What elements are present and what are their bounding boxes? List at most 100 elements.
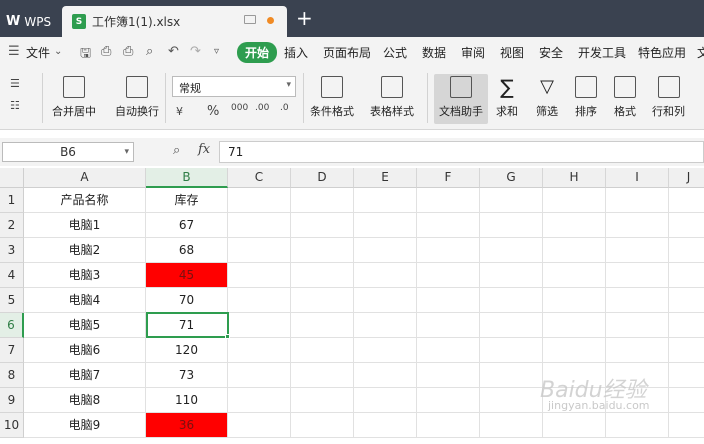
row-header-5[interactable]: 5 bbox=[0, 288, 24, 313]
cell-j10[interactable] bbox=[669, 413, 704, 438]
cell-d5[interactable] bbox=[291, 288, 354, 313]
cell-c8[interactable] bbox=[228, 363, 291, 388]
tab-data[interactable]: 数据 bbox=[422, 44, 446, 61]
cell-g6[interactable] bbox=[480, 313, 543, 338]
cell-g7[interactable] bbox=[480, 338, 543, 363]
row-header-2[interactable]: 2 bbox=[0, 213, 24, 238]
tab-page-layout[interactable]: 页面布局 bbox=[323, 44, 371, 61]
row-header-1[interactable]: 1 bbox=[0, 188, 24, 213]
cell-e8[interactable] bbox=[354, 363, 417, 388]
cell-j2[interactable] bbox=[669, 213, 704, 238]
cell-b4[interactable]: 45 bbox=[146, 263, 228, 288]
cell-i4[interactable] bbox=[606, 263, 669, 288]
merge-center-button[interactable]: 合并居中 bbox=[52, 76, 96, 119]
wps-home-tab[interactable]: W WPS bbox=[0, 6, 60, 37]
cell-g10[interactable] bbox=[480, 413, 543, 438]
cell-c10[interactable] bbox=[228, 413, 291, 438]
cell-g2[interactable] bbox=[480, 213, 543, 238]
cell-e6[interactable] bbox=[354, 313, 417, 338]
cell-a6[interactable]: 电脑5 bbox=[24, 313, 146, 338]
row-col-button[interactable]: 行和列 bbox=[652, 76, 685, 119]
cell-i2[interactable] bbox=[606, 213, 669, 238]
cell-h3[interactable] bbox=[543, 238, 606, 263]
cell-d6[interactable] bbox=[291, 313, 354, 338]
cell-c5[interactable] bbox=[228, 288, 291, 313]
cell-e5[interactable] bbox=[354, 288, 417, 313]
export-pdf-icon[interactable]: ⎙ bbox=[101, 44, 111, 59]
cell-e7[interactable] bbox=[354, 338, 417, 363]
increase-decimal-button[interactable]: .00 bbox=[255, 103, 269, 113]
fx-icon[interactable]: fx bbox=[198, 142, 210, 157]
cell-g9[interactable] bbox=[480, 388, 543, 413]
cell-j5[interactable] bbox=[669, 288, 704, 313]
row-header-10[interactable]: 10 bbox=[0, 413, 24, 438]
cell-j3[interactable] bbox=[669, 238, 704, 263]
table-style-button[interactable]: 表格样式 bbox=[370, 76, 414, 119]
monitor-icon[interactable] bbox=[244, 15, 256, 24]
formula-input[interactable]: 71 bbox=[219, 141, 704, 163]
cell-j1[interactable] bbox=[669, 188, 704, 213]
thousands-separator-button[interactable]: 000 bbox=[231, 103, 248, 113]
cell-e3[interactable] bbox=[354, 238, 417, 263]
cell-j6[interactable] bbox=[669, 313, 704, 338]
cell-f10[interactable] bbox=[417, 413, 480, 438]
cell-i5[interactable] bbox=[606, 288, 669, 313]
column-header-b[interactable]: B bbox=[146, 168, 228, 188]
cell-b3[interactable]: 68 bbox=[146, 238, 228, 263]
format-button[interactable]: 格式 bbox=[614, 76, 636, 119]
row-header-8[interactable]: 8 bbox=[0, 363, 24, 388]
cell-a10[interactable]: 电脑9 bbox=[24, 413, 146, 438]
currency-icon[interactable]: ¥ bbox=[176, 105, 183, 118]
tab-developer[interactable]: 开发工具 bbox=[578, 44, 626, 61]
cell-h7[interactable] bbox=[543, 338, 606, 363]
cell-d2[interactable] bbox=[291, 213, 354, 238]
cell-d10[interactable] bbox=[291, 413, 354, 438]
cell-b7[interactable]: 120 bbox=[146, 338, 228, 363]
column-header-g[interactable]: G bbox=[480, 168, 543, 188]
cell-f9[interactable] bbox=[417, 388, 480, 413]
cell-j7[interactable] bbox=[669, 338, 704, 363]
cell-f4[interactable] bbox=[417, 263, 480, 288]
cell-g5[interactable] bbox=[480, 288, 543, 313]
column-header-c[interactable]: C bbox=[228, 168, 291, 188]
cell-g4[interactable] bbox=[480, 263, 543, 288]
hamburger-icon[interactable]: ☰ bbox=[8, 44, 20, 59]
name-box[interactable]: B6 ▾ bbox=[2, 142, 134, 162]
percent-button[interactable]: % bbox=[207, 104, 219, 119]
cell-g8[interactable] bbox=[480, 363, 543, 388]
tab-more[interactable]: 文 bbox=[697, 44, 704, 61]
cell-h10[interactable] bbox=[543, 413, 606, 438]
undo-icon[interactable]: ↶ bbox=[168, 44, 179, 59]
wrap-text-button[interactable]: 自动换行 bbox=[115, 76, 159, 119]
cell-h4[interactable] bbox=[543, 263, 606, 288]
cell-a1[interactable]: 产品名称 bbox=[24, 188, 146, 213]
cell-b1[interactable]: 库存 bbox=[146, 188, 228, 213]
indent-icon[interactable]: ☰ bbox=[10, 77, 20, 90]
cell-a7[interactable]: 电脑6 bbox=[24, 338, 146, 363]
distribute-icon[interactable]: ☷ bbox=[10, 99, 20, 112]
cell-e4[interactable] bbox=[354, 263, 417, 288]
cell-c7[interactable] bbox=[228, 338, 291, 363]
cell-a2[interactable]: 电脑1 bbox=[24, 213, 146, 238]
column-header-f[interactable]: F bbox=[417, 168, 480, 188]
column-header-j[interactable]: J bbox=[669, 168, 704, 188]
row-header-9[interactable]: 9 bbox=[0, 388, 24, 413]
cell-j4[interactable] bbox=[669, 263, 704, 288]
fill-handle[interactable] bbox=[225, 334, 230, 339]
column-header-d[interactable]: D bbox=[291, 168, 354, 188]
tab-view[interactable]: 视图 bbox=[500, 44, 524, 61]
column-header-a[interactable]: A bbox=[24, 168, 146, 188]
cell-a8[interactable]: 电脑7 bbox=[24, 363, 146, 388]
cell-f3[interactable] bbox=[417, 238, 480, 263]
cell-f2[interactable] bbox=[417, 213, 480, 238]
cell-b5[interactable]: 70 bbox=[146, 288, 228, 313]
tab-insert[interactable]: 插入 bbox=[284, 44, 308, 61]
cell-i6[interactable] bbox=[606, 313, 669, 338]
column-header-i[interactable]: I bbox=[606, 168, 669, 188]
cell-f8[interactable] bbox=[417, 363, 480, 388]
conditional-format-button[interactable]: 条件格式 bbox=[310, 76, 354, 119]
zoom-search-icon[interactable]: ⌕ bbox=[173, 143, 180, 158]
decrease-decimal-button[interactable]: .0 bbox=[280, 103, 289, 113]
cell-h5[interactable] bbox=[543, 288, 606, 313]
row-header-7[interactable]: 7 bbox=[0, 338, 24, 363]
